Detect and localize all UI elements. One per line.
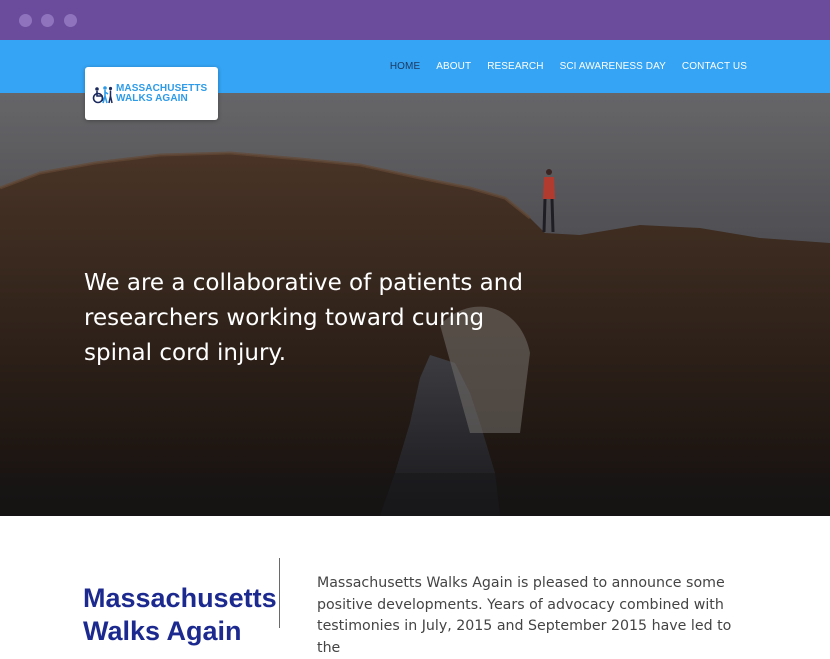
site-logo[interactable]: MASSACHUSETTS WALKS AGAIN: [85, 67, 218, 120]
logo-text: MASSACHUSETTS WALKS AGAIN: [116, 84, 207, 104]
nav-contact-us-link[interactable]: CONTACT US: [682, 61, 747, 72]
intro-body-text: Massachusetts Walks Again is pleased to …: [317, 575, 732, 656]
section-divider: [279, 558, 280, 628]
hero-heading: We are a collaborative of patients and r…: [84, 270, 523, 367]
nav-home-link[interactable]: HOME: [390, 61, 420, 72]
intro-title: Massachusetts Walks Again: [83, 583, 277, 647]
hero-banner: We are a collaborative of patients and r…: [0, 93, 830, 516]
people-walking-wheelchair-logo-icon: [92, 86, 113, 104]
main-nav: HOME ABOUT RESEARCH SCI AWARENESS DAY CO…: [390, 61, 747, 72]
nav-sci-awareness-day-link[interactable]: SCI AWARENESS DAY: [560, 61, 666, 72]
intro-section: Massachusetts Walks Again Massachusetts …: [0, 516, 830, 656]
window-maximize-dot[interactable]: [64, 14, 77, 27]
browser-titlebar: [0, 0, 830, 40]
window-close-dot[interactable]: [19, 14, 32, 27]
nav-about-link[interactable]: ABOUT: [436, 61, 471, 72]
window-minimize-dot[interactable]: [41, 14, 54, 27]
logo-line-2: WALKS AGAIN: [116, 93, 188, 104]
nav-research-link[interactable]: RESEARCH: [487, 61, 543, 72]
